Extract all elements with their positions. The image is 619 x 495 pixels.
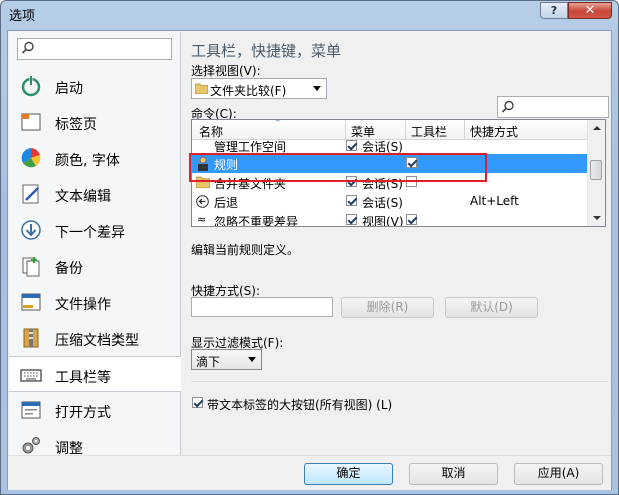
sort-asc-icon: ⌃ — [274, 119, 282, 129]
title-bar: 选项 ? ✕ — [1, 1, 618, 27]
chevron-down-icon — [248, 357, 256, 362]
sidebar-item-archive-types[interactable]: 压缩文档类型 — [9, 320, 180, 356]
column-divider — [405, 120, 406, 139]
row-menu-checkbox[interactable] — [346, 140, 357, 151]
highlight-box — [189, 153, 487, 182]
sidebar-item-startup[interactable]: 启动 — [9, 68, 180, 104]
sidebar-item-label: 打开方式 — [55, 405, 111, 421]
view-select-value: 文件夹比较(F) — [210, 84, 287, 98]
sidebar-item-toolbars[interactable]: 工具栏等 — [9, 356, 181, 392]
row-menu-checkbox[interactable] — [346, 214, 357, 225]
row-menu-checkbox[interactable] — [346, 195, 357, 206]
row-menu: 视图(V) — [362, 215, 404, 226]
row-name: 后退 — [214, 196, 239, 210]
sidebar-item-open-with[interactable]: 打开方式 — [9, 392, 180, 428]
sidebar-item-label: 颜色, 字体 — [55, 153, 120, 169]
edit-icon — [22, 184, 39, 204]
sidebar-item-colors-fonts[interactable]: 颜色, 字体 — [9, 140, 180, 176]
sidebar-item-label: 工具栏等 — [55, 370, 111, 386]
row-menu: 会话(S) — [362, 196, 403, 210]
cancel-button[interactable]: 取消 — [409, 463, 498, 485]
row-toolbar-checkbox[interactable] — [406, 214, 417, 225]
apply-button[interactable]: 应用(A) — [514, 463, 603, 485]
close-button[interactable]: ✕ — [568, 2, 612, 19]
help-button[interactable]: ? — [540, 2, 568, 19]
sidebar-item-tabs[interactable]: 标签页 — [9, 104, 180, 140]
row-shortcut: Alt+Left — [470, 194, 519, 208]
tabs-icon — [21, 113, 41, 131]
filter-mode-select[interactable]: 滴下 — [191, 349, 262, 370]
divider — [191, 381, 609, 382]
keyboard-icon — [20, 369, 42, 382]
grid-scrollbar[interactable] — [587, 120, 605, 226]
sidebar-item-label: 启动 — [55, 81, 83, 97]
column-header-shortcut[interactable]: 快捷方式 — [470, 123, 518, 140]
table-row[interactable]: 管理工作空间 会话(S) — [192, 140, 590, 154]
default-shortcut-button[interactable]: 默认(D) — [445, 297, 538, 318]
view-label: 选择视图(V): — [191, 64, 261, 78]
scroll-thumb[interactable] — [590, 160, 602, 180]
main-panel: 工具栏，快捷键，菜单 选择视图(V): 文件夹比较(F) 命令(C): 名称 ⌃… — [191, 31, 611, 455]
delete-shortcut-button[interactable]: 删除(R) — [341, 297, 434, 318]
big-buttons-checkbox[interactable] — [192, 397, 203, 408]
ok-button[interactable]: 确定 — [304, 463, 393, 485]
scroll-down-icon[interactable] — [593, 216, 601, 220]
row-menu: 会话(S) — [362, 140, 403, 154]
approx-icon: ≈ — [197, 213, 207, 226]
view-select[interactable]: 文件夹比较(F) — [191, 78, 327, 99]
sidebar-search-input[interactable] — [17, 38, 172, 60]
back-icon — [196, 195, 209, 208]
shortcut-input[interactable] — [191, 297, 333, 317]
table-row[interactable]: 后退 会话(S) Alt+Left — [192, 192, 590, 211]
next-diff-icon — [21, 220, 41, 240]
column-header-name[interactable]: 名称 — [199, 123, 223, 140]
sidebar-item-backup[interactable]: 备份 — [9, 248, 180, 284]
sidebar-item-next-diff[interactable]: 下一个差异 — [9, 212, 180, 248]
sidebar-item-label: 下一个差异 — [55, 225, 125, 241]
sidebar-item-label: 压缩文档类型 — [55, 333, 139, 349]
scroll-up-icon[interactable] — [593, 126, 601, 130]
open-with-icon — [21, 401, 41, 419]
power-icon — [21, 76, 41, 97]
column-divider — [464, 120, 465, 139]
palette-icon — [21, 148, 41, 168]
sidebar-item-label: 文件操作 — [55, 297, 111, 313]
window-title: 选项 — [9, 9, 36, 24]
file-ops-icon — [21, 293, 41, 311]
column-header-menu[interactable]: 菜单 — [351, 123, 375, 140]
big-buttons-label[interactable]: 带文本标签的大按钮(所有视图) (L) — [207, 396, 392, 413]
row-name: 忽略不重要差异 — [214, 215, 299, 226]
page-title: 工具栏，快捷键，菜单 — [191, 42, 342, 60]
dialog-footer: 确定 取消 应用(A) — [8, 455, 611, 490]
commands-search-input[interactable] — [497, 96, 609, 118]
sidebar-item-label: 备份 — [55, 261, 83, 277]
column-divider — [345, 120, 346, 139]
table-row[interactable]: ≈ 忽略不重要差异 视图(V) — [192, 211, 590, 226]
folder-icon — [195, 83, 208, 94]
column-header-toolbar[interactable]: 工具栏 — [411, 123, 447, 140]
dialog-client: 启动 标签页 颜色, 字体 文本编辑 下一个差异 备份 文件操作 压缩文档类型 … — [7, 30, 612, 490]
filter-mode-value: 滴下 — [196, 355, 221, 369]
sidebar-item-text-edit[interactable]: 文本编辑 — [9, 176, 180, 212]
sidebar-item-label: 标签页 — [55, 117, 97, 133]
row-name: 管理工作空间 — [214, 140, 287, 154]
options-window: 选项 ? ✕ 启动 标签页 颜色, 字体 文本编辑 下一个差异 备份 文件操作 … — [0, 0, 619, 495]
sidebar-item-label: 文本编辑 — [55, 189, 111, 205]
archive-icon — [23, 328, 39, 348]
backup-icon — [22, 257, 40, 277]
sidebar: 启动 标签页 颜色, 字体 文本编辑 下一个差异 备份 文件操作 压缩文档类型 … — [9, 32, 181, 457]
chevron-down-icon — [313, 86, 321, 91]
search-icon — [21, 41, 34, 54]
search-icon — [501, 100, 514, 113]
sidebar-item-file-ops[interactable]: 文件操作 — [9, 284, 180, 320]
command-description: 编辑当前规则定义。 — [191, 243, 300, 257]
grid-header: 名称 ⌃ 菜单 工具栏 快捷方式 — [192, 120, 590, 140]
